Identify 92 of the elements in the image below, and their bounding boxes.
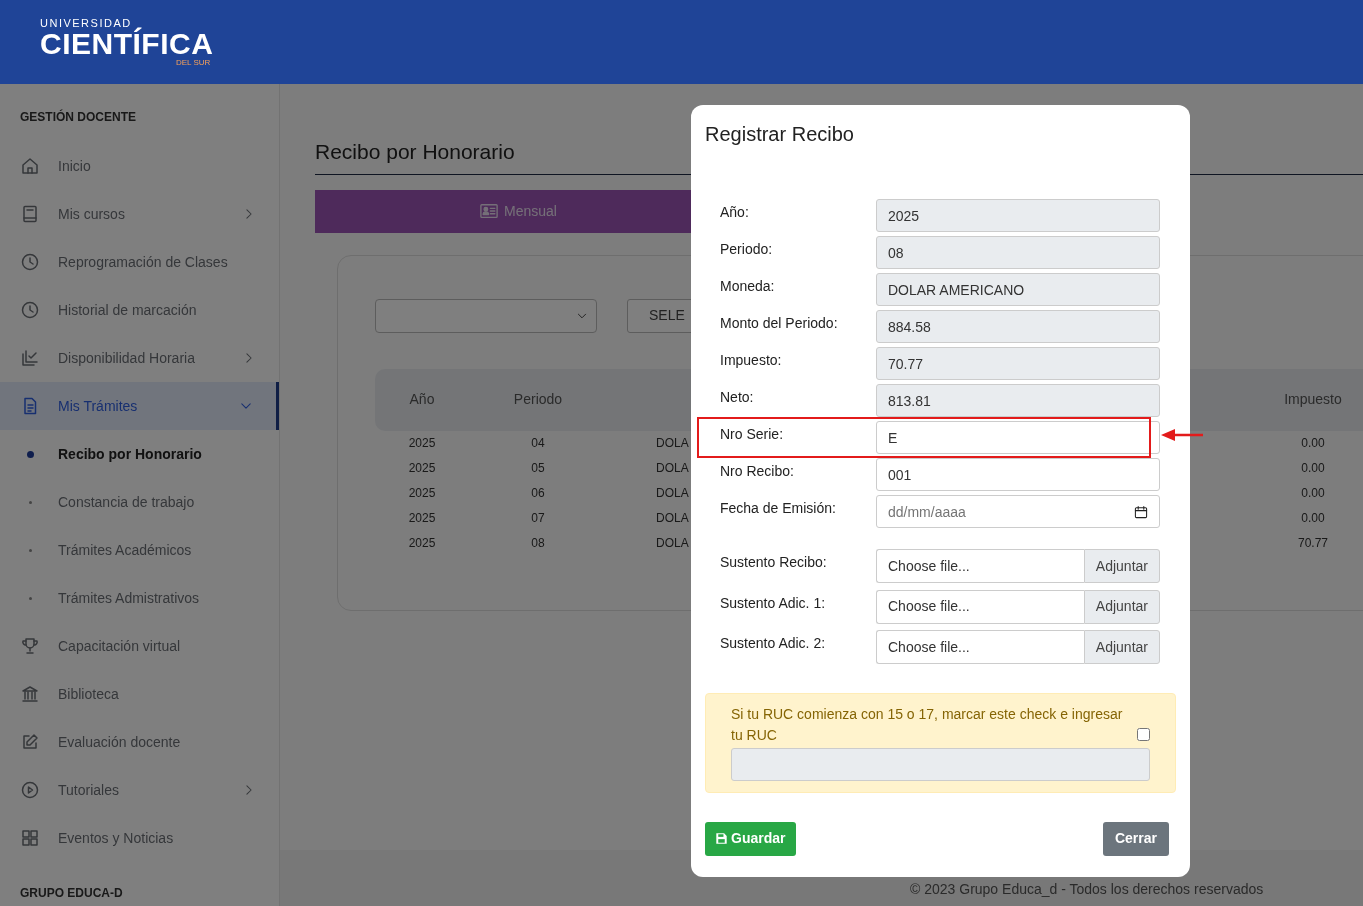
logo-text: DEL SUR: [176, 59, 212, 67]
table-cell: 0.00: [1301, 486, 1325, 500]
grid-icon: [20, 828, 40, 848]
table-cell: 2025: [408, 486, 436, 500]
attach-button[interactable]: Adjuntar: [1083, 549, 1160, 583]
checklist-icon: [20, 348, 40, 368]
table-cell: 06: [531, 486, 545, 500]
table-cell: 04: [531, 436, 545, 450]
table-cell: 0.00: [1301, 511, 1325, 525]
attach-button[interactable]: Adjuntar: [1083, 630, 1160, 664]
clock-icon: [20, 252, 40, 272]
close-button[interactable]: Cerrar: [1102, 821, 1169, 856]
bullet-icon: [28, 500, 32, 504]
submenu-item[interactable]: Recibo por Honorario: [0, 430, 279, 478]
sidebar-item[interactable]: Capacitación virtual: [0, 622, 279, 670]
input-field[interactable]: 884.58: [876, 310, 1160, 343]
sidebar-item[interactable]: Tutoriales: [0, 766, 279, 814]
book-icon: [20, 204, 40, 224]
table-cell: DOLA: [656, 461, 689, 475]
table-cell: DOLA: [656, 436, 689, 450]
field-label: Periodo:: [720, 240, 774, 259]
table-cell: 2025: [408, 511, 436, 525]
submenu-item[interactable]: Trámites Académicos: [0, 526, 279, 574]
sidebar-item[interactable]: Evaluación docente: [0, 718, 279, 766]
column-header: Impuesto: [1283, 390, 1343, 409]
play-icon: [20, 780, 40, 800]
field-label: Moneda:: [720, 277, 776, 296]
field-label: Nro Recibo:: [720, 462, 795, 481]
bullet-icon: [26, 450, 34, 458]
bank-icon: [20, 684, 40, 704]
table-cell: 2025: [408, 461, 436, 475]
input-field[interactable]: 001: [876, 458, 1160, 491]
field-label: Impuesto:: [720, 351, 783, 370]
field-label: Sustento Adic. 2:: [720, 634, 827, 653]
input-field[interactable]: DOLAR AMERICANO: [876, 273, 1160, 306]
dropdown-field[interactable]: [375, 298, 597, 333]
sidebar-item[interactable]: Mis Trámites: [0, 382, 279, 430]
table-cell: 0.00: [1301, 461, 1325, 475]
logo-text: UNIVERSIDAD: [40, 18, 132, 29]
field-label: Neto:: [720, 388, 755, 407]
table-cell: 05: [531, 461, 545, 475]
input-field[interactable]: 813.81: [876, 384, 1160, 417]
table-cell: 2025: [408, 436, 436, 450]
save-button[interactable]: Guardar: [705, 821, 797, 856]
field-label: Fecha de Emisión:: [720, 499, 837, 518]
table-cell: 0.00: [1301, 436, 1325, 450]
file-field[interactable]: Choose file...: [876, 630, 1084, 664]
edit-icon: [20, 732, 40, 752]
trophy-icon: [20, 636, 40, 656]
sidebar-item[interactable]: Historial de marcación: [0, 286, 279, 334]
field-label: Nro Serie:: [720, 425, 785, 444]
table-cell: 70.77: [1298, 536, 1328, 550]
table-cell: 08: [531, 536, 545, 550]
input-field[interactable]: E: [876, 421, 1160, 454]
date-field[interactable]: dd/mm/aaaa: [876, 495, 1160, 528]
section-heading: GRUPO EDUCA-D: [19, 885, 124, 902]
table-cell: DOLA: [656, 511, 689, 525]
attach-button[interactable]: Adjuntar: [1083, 589, 1160, 624]
sidebar-item[interactable]: Eventos y Noticias: [0, 814, 279, 862]
submenu-item[interactable]: Constancia de trabajo: [0, 478, 279, 526]
field-label: Sustento Recibo:: [720, 553, 828, 572]
input-field[interactable]: 70.77: [876, 347, 1160, 380]
copyright-text: © 2023 Grupo Educa_d - Todos los derechos reservados: [910, 880, 1264, 899]
notice-text: Si tu RUC comienza con 15 o 17, marcar este check e ingresar tu RUC: [731, 704, 1124, 745]
table-cell: 07: [531, 511, 545, 525]
annotation-arrow: [1161, 428, 1203, 442]
section-heading: GESTIÓN DOCENTE: [19, 108, 137, 126]
input-field[interactable]: 08: [876, 236, 1160, 269]
field-label: Año:: [720, 203, 750, 222]
file-field[interactable]: Choose file...: [876, 549, 1084, 583]
sidebar-item[interactable]: Biblioteca: [0, 670, 279, 718]
id-card-icon: [478, 202, 501, 220]
table-cell: DOLA: [656, 486, 689, 500]
ruc-checkbox[interactable]: [1137, 727, 1150, 741]
sidebar-item[interactable]: Mis cursos: [0, 190, 279, 238]
sidebar-item[interactable]: Inicio: [0, 142, 279, 190]
calendar-icon: [1134, 505, 1148, 519]
sidebar-item[interactable]: Disponibilidad Horaria: [0, 334, 279, 382]
logo-text: CIENTÍFICA: [40, 29, 214, 59]
submenu-item[interactable]: Trámites Admistrativos: [0, 574, 279, 622]
bullet-icon: [28, 548, 32, 552]
column-header: Año: [408, 390, 436, 409]
table-cell: DOLA: [656, 536, 689, 550]
field-label: Sustento Adic. 1:: [720, 593, 827, 613]
input-field[interactable]: 2025: [876, 199, 1160, 232]
bullet-icon: [28, 596, 32, 600]
sidebar-item[interactable]: Reprogramación de Clases: [0, 238, 279, 286]
table-cell: 2025: [408, 536, 436, 550]
column-header: Periodo: [512, 390, 564, 409]
clock-icon: [20, 300, 40, 320]
home-icon: [20, 156, 40, 176]
file-field[interactable]: Choose file...: [876, 589, 1084, 624]
